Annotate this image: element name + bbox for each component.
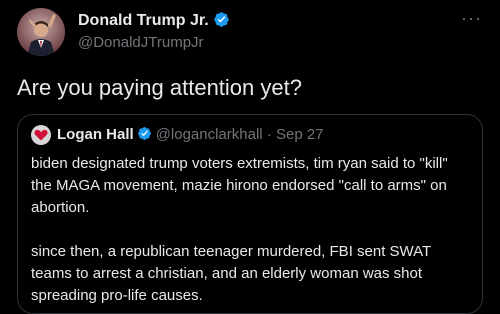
quoted-separator: · xyxy=(266,126,272,143)
quoted-avatar-photo xyxy=(31,125,51,145)
quoted-verified-badge-icon xyxy=(137,127,151,140)
tweet-text: Are you paying attention yet? xyxy=(17,75,302,100)
quoted-paragraph: since then, a republican teenager murder… xyxy=(31,243,431,304)
verified-badge-icon xyxy=(213,12,229,27)
quoted-author-handle[interactable]: @loganclarkhall xyxy=(156,126,263,143)
quoted-tweet[interactable]: Logan Hall @loganclarkhall · Sep 27 bide… xyxy=(17,114,483,314)
author-handle[interactable]: @DonaldJTrumpJr xyxy=(78,34,204,51)
quoted-paragraph: biden designated trump voters extremists… xyxy=(31,155,448,216)
quoted-author-name[interactable]: Logan Hall xyxy=(57,126,134,143)
avatar[interactable] xyxy=(17,8,65,56)
more-options-icon[interactable]: ··· xyxy=(461,8,482,29)
avatar-photo xyxy=(17,8,65,56)
author-name[interactable]: Donald Trump Jr. xyxy=(78,11,230,30)
quoted-text: biden designated trump voters extremists… xyxy=(31,153,471,307)
author-name-text[interactable]: Donald Trump Jr. xyxy=(78,12,209,29)
quoted-date[interactable]: Sep 27 xyxy=(276,126,324,143)
quoted-avatar[interactable] xyxy=(31,125,51,145)
quoted-header: Logan Hall @loganclarkhall · Sep 27 xyxy=(57,126,324,143)
tweet-card[interactable]: Donald Trump Jr. @DonaldJTrumpJr ··· Are… xyxy=(0,0,500,314)
